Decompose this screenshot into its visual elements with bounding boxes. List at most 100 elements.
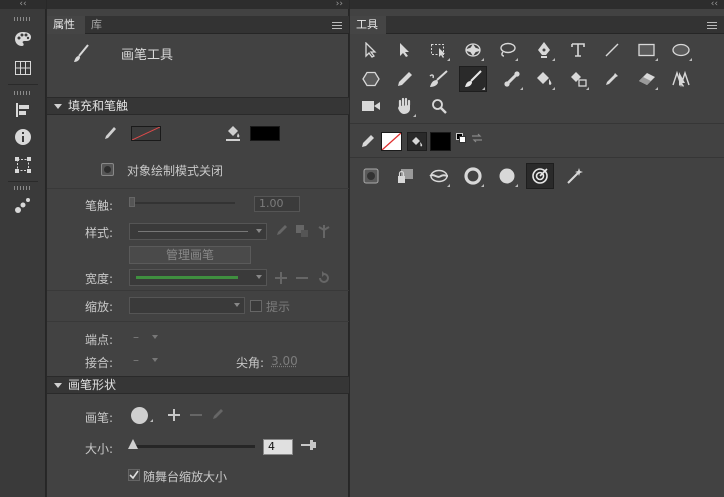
size-slider-thumb[interactable] (128, 439, 139, 449)
info-icon[interactable] (12, 126, 34, 148)
paint-bucket-tool-icon[interactable] (532, 67, 556, 91)
ink-bottle-tool-icon[interactable] (566, 67, 590, 91)
collapse-triangle-icon (54, 104, 62, 109)
transform-icon[interactable] (12, 154, 34, 176)
stroke-width-slider-track[interactable] (129, 202, 235, 204)
tab-tools[interactable]: 工具 (350, 16, 386, 34)
cap-dropdown[interactable]: – (133, 330, 139, 344)
swatches-grid-icon[interactable] (12, 57, 34, 79)
swap-colors-icon[interactable] (471, 132, 483, 143)
brush-size-icon[interactable] (461, 164, 485, 188)
cap-dropdown-arrow-icon[interactable] (152, 335, 158, 339)
props-tab-bar: 属性 库 (47, 16, 349, 34)
object-drawing-toggle[interactable] (101, 163, 114, 176)
object-drawing-mode-icon[interactable] (359, 164, 383, 188)
scale-dropdown[interactable] (129, 297, 245, 314)
text-tool-icon[interactable] (566, 38, 590, 62)
fill-color-bucket-icon (407, 132, 427, 151)
tab-library[interactable]: 库 (85, 16, 111, 34)
manage-brushes-button[interactable]: 管理画笔 (129, 246, 251, 264)
strip-grip-2[interactable] (14, 91, 32, 95)
miter-value[interactable]: 3.00 (271, 354, 298, 368)
free-transform-tool-icon[interactable] (427, 38, 451, 62)
align-icon[interactable] (12, 99, 34, 121)
stroke-options-icon[interactable] (317, 223, 331, 239)
polystar-tool-icon[interactable] (359, 67, 383, 91)
width-profile-dropdown[interactable] (129, 269, 267, 286)
join-dropdown-arrow-icon[interactable] (152, 358, 158, 362)
lasso-tool-icon[interactable] (495, 38, 519, 62)
size-label: 大小: (85, 442, 114, 456)
brush-library-icon[interactable] (295, 224, 309, 238)
collapsed-panels-strip: ‹‹ (0, 0, 46, 497)
lock-fill-icon[interactable] (393, 164, 417, 188)
tools-panel-menu-icon[interactable] (707, 22, 717, 29)
brush-shape-section-header[interactable]: 画笔形状 (47, 376, 349, 394)
hinting-checkbox[interactable] (250, 300, 262, 312)
brush-shape-icon[interactable] (495, 164, 519, 188)
paint-brush-tool-icon[interactable] (459, 66, 487, 92)
scale-with-stage-checkbox[interactable] (128, 469, 140, 481)
stroke-width-slider-thumb[interactable] (129, 197, 135, 207)
tools-stroke-color-swatch[interactable] (381, 132, 402, 151)
brush-shape-picker[interactable] (131, 407, 148, 424)
add-width-icon[interactable] (275, 272, 287, 284)
brush-mode-icon[interactable] (427, 164, 451, 188)
edit-brush-shape-icon[interactable] (211, 408, 224, 422)
tool-name: 画笔工具 (121, 48, 174, 63)
camera-tool-icon[interactable] (359, 94, 383, 118)
reset-width-icon[interactable] (317, 271, 331, 285)
tab-properties[interactable]: 属性 (47, 16, 85, 34)
zoom-tool-icon[interactable] (427, 94, 451, 118)
pressure-sensitivity-icon[interactable] (526, 163, 554, 189)
panel-menu-icon[interactable] (332, 22, 342, 29)
size-slider-track[interactable] (131, 445, 255, 448)
strip-collapse-button[interactable]: ‹‹ (0, 0, 46, 9)
fill-stroke-title: 填充和笔触 (68, 99, 129, 113)
oval-tool-icon[interactable] (669, 38, 693, 62)
tools-panel: ‹‹ 工具 (350, 0, 724, 497)
size-input[interactable]: 4 (263, 439, 293, 455)
fill-stroke-section-header[interactable]: 填充和笔触 (47, 97, 349, 115)
brush-tool-icon[interactable] (427, 67, 451, 91)
brush-shape-title: 画笔形状 (68, 378, 117, 392)
selection-tool-icon[interactable] (359, 38, 383, 62)
strip-grip-3[interactable] (14, 186, 32, 190)
add-brush-shape-icon[interactable] (168, 409, 180, 421)
stroke-width-label: 笔触: (85, 199, 114, 213)
miter-label: 尖角: (236, 356, 265, 370)
pen-tool-icon[interactable] (532, 38, 556, 62)
pencil-tool-icon[interactable] (393, 67, 417, 91)
strip-grip[interactable] (14, 17, 32, 21)
props-collapse-button[interactable]: ›› (47, 0, 349, 9)
hand-tool-icon[interactable] (393, 94, 417, 118)
properties-panel: ›› 属性 库 画笔工具 填充和笔触 对象绘制模式关闭 笔触: 1.00 样式: (47, 0, 349, 497)
remove-width-icon[interactable] (296, 272, 308, 284)
fill-color-swatch[interactable] (250, 126, 280, 141)
join-dropdown[interactable]: – (133, 353, 139, 367)
collapse-triangle-icon (54, 383, 62, 388)
pin-icon[interactable] (301, 439, 317, 451)
remove-brush-shape-icon[interactable] (190, 409, 202, 421)
3d-rotation-tool-icon[interactable] (461, 38, 485, 62)
stroke-style-dropdown[interactable] (129, 223, 267, 240)
motion-presets-icon[interactable] (12, 194, 34, 216)
subselection-tool-icon[interactable] (393, 38, 417, 62)
eyedropper-tool-icon[interactable] (600, 67, 624, 91)
eraser-tool-icon[interactable] (635, 67, 659, 91)
brush-shape-menu-icon[interactable] (150, 419, 153, 422)
palette-icon[interactable] (12, 28, 34, 50)
width-tool-icon[interactable] (669, 67, 693, 91)
default-colors-icon[interactable] (456, 132, 466, 143)
line-tool-icon[interactable] (600, 38, 624, 62)
bone-tool-icon[interactable] (500, 67, 524, 91)
stroke-color-swatch[interactable] (131, 126, 161, 141)
tools-tab-bar: 工具 (350, 16, 724, 34)
rectangle-tool-icon[interactable] (635, 38, 659, 62)
edit-style-pencil-icon[interactable] (275, 224, 288, 238)
tools-fill-color-swatch[interactable] (430, 132, 451, 151)
stroke-width-input[interactable]: 1.00 (254, 196, 300, 212)
smoothing-wand-icon[interactable] (563, 164, 587, 188)
scale-label: 缩放: (85, 300, 114, 314)
tools-collapse-button[interactable]: ‹‹ (350, 0, 724, 9)
